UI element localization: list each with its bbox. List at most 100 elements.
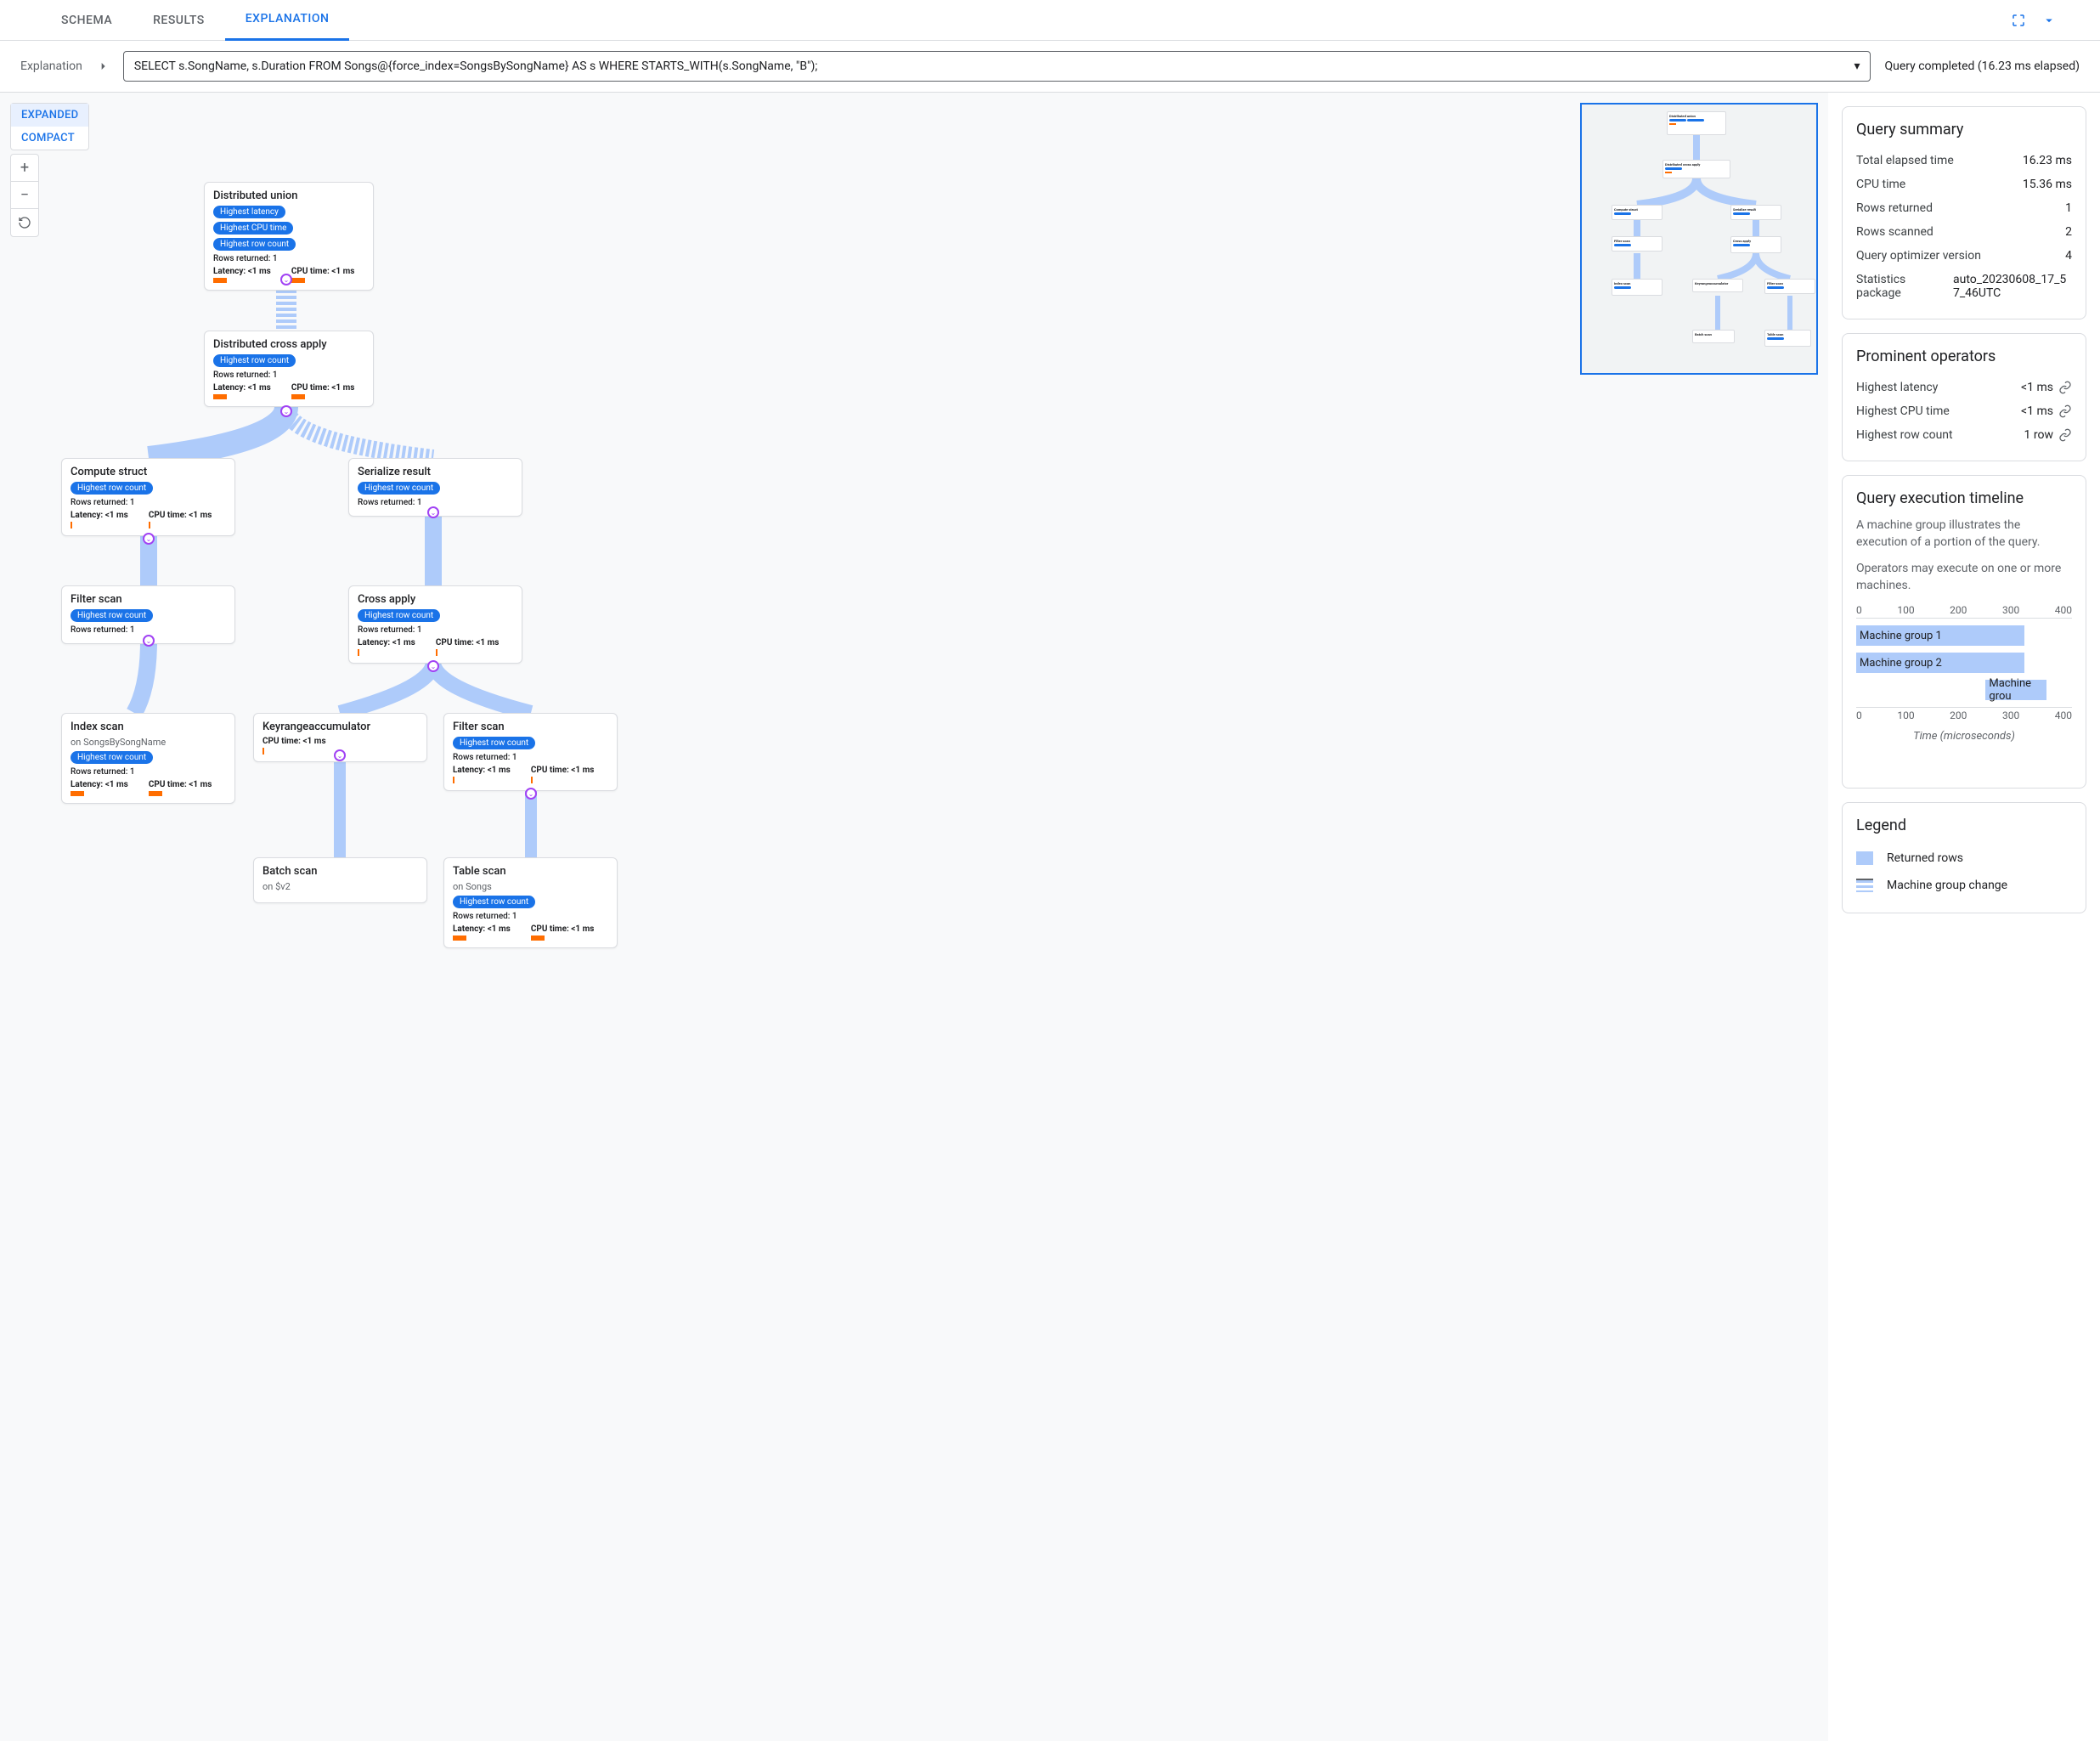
node-cross-apply[interactable]: Cross apply Highest row count Rows retur… <box>348 585 522 664</box>
node-title: Compute struct <box>71 466 226 478</box>
sidebar: Query summary Total elapsed time16.23 ms… <box>1828 93 2100 1741</box>
panel-prominent-operators: Prominent operators Highest latency<1 ms… <box>1842 333 2086 461</box>
node-title: Filter scan <box>71 593 226 606</box>
tick: 200 <box>1950 604 1967 616</box>
node-compute-struct[interactable]: Compute struct Highest row count Rows re… <box>61 458 235 536</box>
panel-title: Query execution timeline <box>1856 489 2072 507</box>
stat-latency: Latency: <1 ms <box>453 924 511 934</box>
tab-schema[interactable]: SCHEMA <box>41 0 133 41</box>
panel-query-summary: Query summary Total elapsed time16.23 ms… <box>1842 106 2086 319</box>
legend-label: Returned rows <box>1887 851 1963 865</box>
view-compact[interactable]: COMPACT <box>11 127 88 150</box>
stat-cpu: CPU time: <1 ms <box>149 511 212 520</box>
tab-bar: SCHEMA RESULTS EXPLANATION <box>0 0 2100 41</box>
tab-explanation[interactable]: EXPLANATION <box>225 0 350 41</box>
stat-latency: Latency: <1 ms <box>71 511 128 520</box>
plan-canvas[interactable]: EXPANDED COMPACT + − Distributed union D… <box>0 93 1828 1741</box>
link-icon[interactable] <box>2058 381 2072 394</box>
node-rows: Rows returned: 1 <box>213 254 364 263</box>
query-selector[interactable]: SELECT s.SongName, s.Duration FROM Songs… <box>123 51 1871 82</box>
tick: 300 <box>2002 709 2019 721</box>
node-title: Cross apply <box>358 593 513 606</box>
kv-key: Total elapsed time <box>1856 154 1954 167</box>
view-expanded[interactable]: EXPANDED <box>11 104 88 127</box>
kv-value: <1 ms <box>2021 381 2053 394</box>
kv-value: auto_20230608_17_57_46UTC <box>1953 273 2072 300</box>
zoom-reset-button[interactable] <box>11 209 38 236</box>
node-batch-scan[interactable]: Batch scan on $v2 <box>253 857 427 903</box>
node-sub: on SongsBySongName <box>71 737 226 748</box>
node-distributed-cross-apply[interactable]: Distributed cross apply Highest row coun… <box>204 331 374 407</box>
query-text: SELECT s.SongName, s.Duration FROM Songs… <box>134 59 818 73</box>
badge-cpu: Highest CPU time <box>213 222 293 235</box>
node-title: Index scan <box>71 721 226 733</box>
kv-key: Highest CPU time <box>1856 404 1950 418</box>
tick: 100 <box>1897 604 1914 616</box>
node-title: Table scan <box>453 865 608 878</box>
port-icon: ⌄ <box>143 533 155 545</box>
kv-key: Rows returned <box>1856 201 1933 215</box>
stat-cpu: CPU time: <1 ms <box>531 766 595 775</box>
timeline-bar[interactable]: Machine group 2 <box>1856 653 2024 673</box>
kv-value: 2 <box>2065 225 2072 239</box>
badge-rows: Highest row count <box>213 238 296 251</box>
timeline-xlabel: Time (microseconds) <box>1856 730 2072 743</box>
badge-rows: Highest row count <box>358 482 440 495</box>
explanation-label: Explanation <box>20 59 82 73</box>
node-rows: Rows returned: 1 <box>71 498 226 507</box>
tick: 100 <box>1897 709 1914 721</box>
stat-cpu: CPU time: <1 ms <box>149 780 212 789</box>
kv-key: Statistics package <box>1856 273 1953 300</box>
node-title: Batch scan <box>262 865 418 878</box>
node-sub: on Songs <box>453 881 608 892</box>
stat-latency: Latency: <1 ms <box>453 766 511 775</box>
stat-latency: Latency: <1 ms <box>213 383 271 393</box>
kv-key: Rows scanned <box>1856 225 1933 239</box>
node-filter-scan-2[interactable]: Filter scan Highest row count Rows retur… <box>443 713 618 791</box>
tick: 0 <box>1856 709 1862 721</box>
stat-latency: Latency: <1 ms <box>71 780 128 789</box>
port-icon: ⌄ <box>334 749 346 761</box>
link-icon[interactable] <box>2058 404 2072 418</box>
node-rows: Rows returned: 1 <box>71 625 226 635</box>
stat-cpu: CPU time: <1 ms <box>531 924 595 934</box>
legend-swatch-hatched <box>1856 879 1873 892</box>
fullscreen-icon[interactable] <box>2008 10 2029 31</box>
stat-cpu: CPU time: <1 ms <box>436 638 500 647</box>
timeline-bar[interactable]: Machine group 1 <box>1856 625 2024 646</box>
tab-results[interactable]: RESULTS <box>133 0 225 41</box>
badge-rows: Highest row count <box>358 609 440 622</box>
badge-rows: Highest row count <box>71 609 153 622</box>
badge-rows: Highest row count <box>71 751 153 764</box>
kv-value: 1 row <box>2024 428 2053 442</box>
panel-timeline: Query execution timeline A machine group… <box>1842 475 2086 789</box>
port-icon: ⌄ <box>280 274 292 285</box>
zoom-in-button[interactable]: + <box>11 155 38 182</box>
tick: 300 <box>2002 604 2019 616</box>
stat-latency: Latency: <1 ms <box>213 267 271 276</box>
zoom-controls: + − <box>10 154 39 237</box>
zoom-out-button[interactable]: − <box>11 182 38 209</box>
timeline-chart: 0 100 200 300 400 Machine group 1 Machin… <box>1856 604 2072 774</box>
kv-key: Highest row count <box>1856 428 1953 442</box>
badge-rows: Highest row count <box>453 896 535 908</box>
kv-value: 1 <box>2065 201 2072 215</box>
kv-value: 4 <box>2065 249 2072 263</box>
kv-value: 16.23 ms <box>2023 154 2072 167</box>
link-icon[interactable] <box>2058 428 2072 442</box>
node-index-scan[interactable]: Index scan on SongsBySongName Highest ro… <box>61 713 235 804</box>
node-title: Distributed union <box>213 189 364 202</box>
expand-icon[interactable] <box>2039 10 2059 31</box>
node-table-scan[interactable]: Table scan on Songs Highest row count Ro… <box>443 857 618 948</box>
port-icon: ⌄ <box>427 506 439 518</box>
node-title: Filter scan <box>453 721 608 733</box>
timeline-desc-2: Operators may execute on one or more mac… <box>1856 561 2072 594</box>
node-title: Keyrangeaccumulator <box>262 721 418 733</box>
node-rows: Rows returned: 1 <box>71 767 226 777</box>
stat-cpu: CPU time: <1 ms <box>291 267 355 276</box>
chevron-right-icon <box>96 59 110 73</box>
timeline-bar[interactable]: Machine grou <box>1985 680 2046 700</box>
stat-latency: Latency: <1 ms <box>358 638 415 647</box>
minimap[interactable]: Distributed union Distributed cross appl… <box>1580 103 1818 375</box>
port-icon: ⌄ <box>280 405 292 417</box>
